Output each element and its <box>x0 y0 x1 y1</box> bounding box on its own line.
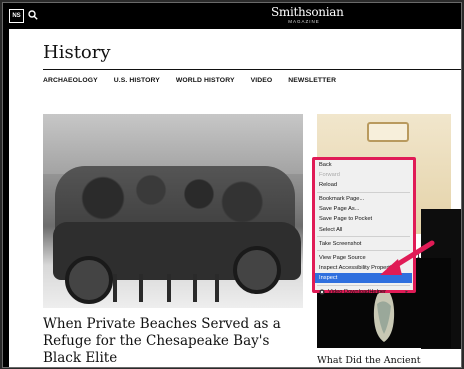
chevron-right-icon: ▸ <box>405 289 408 296</box>
logo-subtitle: MAGAZINE <box>288 19 320 24</box>
nav-item-newsletter[interactable]: NEWSLETTER <box>288 77 336 84</box>
nav-item-archaeology[interactable]: ARCHAEOLOGY <box>43 77 98 84</box>
image-wheel-right <box>233 246 281 294</box>
menu-item-select-all[interactable]: Select All <box>315 225 412 235</box>
menu-item-back[interactable]: Back <box>315 160 412 170</box>
menu-separator <box>317 191 410 193</box>
image-figure <box>215 274 219 302</box>
menu-separator <box>317 284 410 286</box>
nav-item-video[interactable]: VIDEO <box>251 77 273 84</box>
browser-window: NS Smithsonian MAGAZINE History ARCHAEOL… <box>2 2 462 368</box>
logo-wordmark: Smithsonian <box>271 5 344 19</box>
menu-item-video-downloadhelper[interactable]: Video DownloadHelper ▸ <box>315 287 412 297</box>
image-figure <box>139 274 143 302</box>
menu-item-bookmark-page[interactable]: Bookmark Page... <box>315 194 412 204</box>
menu-item-label: Video DownloadHelper <box>328 289 387 296</box>
side-article-headline[interactable]: What Did the Ancient <box>317 355 421 366</box>
menu-item-save-page-as[interactable]: Save Page As... <box>315 204 412 214</box>
search-icon[interactable] <box>28 10 38 20</box>
site-logo[interactable]: Smithsonian MAGAZINE <box>271 5 344 25</box>
section-nav: ARCHAEOLOGY U.S. HISTORY WORLD HISTORY V… <box>43 77 352 84</box>
page-content: History ARCHAEOLOGY U.S. HISTORY WORLD H… <box>9 29 461 367</box>
title-divider <box>43 69 461 70</box>
extension-icon <box>319 289 325 295</box>
main-article-headline[interactable]: When Private Beaches Served as a Refuge … <box>43 316 311 367</box>
nav-item-us-history[interactable]: U.S. HISTORY <box>114 77 160 84</box>
ns-badge[interactable]: NS <box>9 9 24 23</box>
menu-item-content: Video DownloadHelper <box>319 287 386 297</box>
main-article-image[interactable] <box>43 114 303 308</box>
site-header: NS Smithsonian MAGAZINE <box>3 3 461 29</box>
image-sky <box>43 114 303 174</box>
image-figure <box>113 274 117 302</box>
nav-item-world-history[interactable]: WORLD HISTORY <box>176 77 235 84</box>
image-object <box>367 122 409 142</box>
menu-item-save-to-pocket[interactable]: Save Page to Pocket <box>315 214 412 224</box>
page-title: History <box>43 42 111 63</box>
image-figure <box>167 274 171 302</box>
menu-item-reload[interactable]: Reload <box>315 180 412 190</box>
menu-item-forward[interactable]: Forward <box>315 170 412 180</box>
image-wheel-left <box>65 256 113 304</box>
menu-separator <box>317 236 410 238</box>
image-figure <box>193 274 197 302</box>
annotation-arrow-icon <box>380 240 435 275</box>
